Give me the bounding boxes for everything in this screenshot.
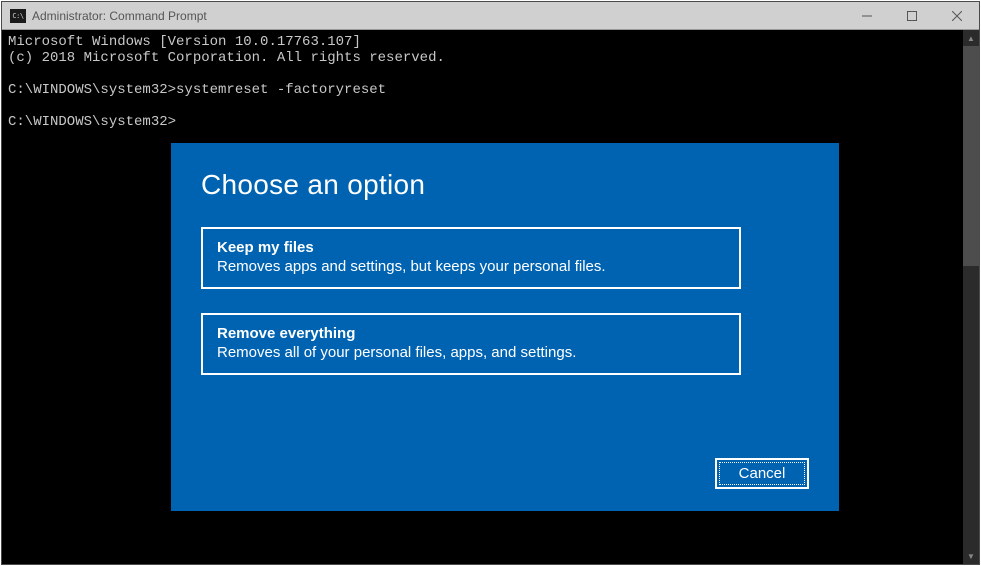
close-button[interactable] bbox=[934, 2, 979, 29]
maximize-button[interactable] bbox=[889, 2, 934, 29]
window-title: Administrator: Command Prompt bbox=[32, 9, 844, 23]
option-desc: Removes apps and settings, but keeps you… bbox=[217, 258, 725, 275]
titlebar[interactable]: C:\ Administrator: Command Prompt bbox=[2, 2, 979, 30]
dialog-actions: Cancel bbox=[715, 458, 809, 489]
scroll-down-arrow-icon[interactable]: ▼ bbox=[963, 548, 979, 564]
terminal-line: Microsoft Windows [Version 10.0.17763.10… bbox=[8, 34, 361, 50]
option-remove-everything[interactable]: Remove everything Removes all of your pe… bbox=[201, 313, 741, 375]
cmd-icon: C:\ bbox=[10, 9, 26, 23]
option-desc: Removes all of your personal files, apps… bbox=[217, 344, 725, 361]
option-title: Remove everything bbox=[217, 325, 725, 342]
option-title: Keep my files bbox=[217, 239, 725, 256]
command-prompt-window: C:\ Administrator: Command Prompt Micros… bbox=[1, 1, 980, 565]
option-keep-my-files[interactable]: Keep my files Removes apps and settings,… bbox=[201, 227, 741, 289]
scrollbar-thumb[interactable] bbox=[963, 46, 979, 266]
terminal-output[interactable]: Microsoft Windows [Version 10.0.17763.10… bbox=[2, 30, 979, 135]
terminal-line: (c) 2018 Microsoft Corporation. All righ… bbox=[8, 50, 445, 66]
dialog-title: Choose an option bbox=[171, 143, 839, 219]
terminal-body: Microsoft Windows [Version 10.0.17763.10… bbox=[2, 30, 979, 564]
window-controls bbox=[844, 2, 979, 29]
dialog-options-container: Keep my files Removes apps and settings,… bbox=[171, 219, 839, 407]
cancel-button[interactable]: Cancel bbox=[715, 458, 809, 489]
reset-dialog: Choose an option Keep my files Removes a… bbox=[171, 143, 839, 511]
terminal-line: C:\WINDOWS\system32>systemreset -factory… bbox=[8, 82, 386, 98]
scroll-up-arrow-icon[interactable]: ▲ bbox=[963, 30, 979, 46]
terminal-line: C:\WINDOWS\system32> bbox=[8, 114, 176, 130]
minimize-button[interactable] bbox=[844, 2, 889, 29]
vertical-scrollbar[interactable]: ▲ ▼ bbox=[963, 30, 979, 564]
